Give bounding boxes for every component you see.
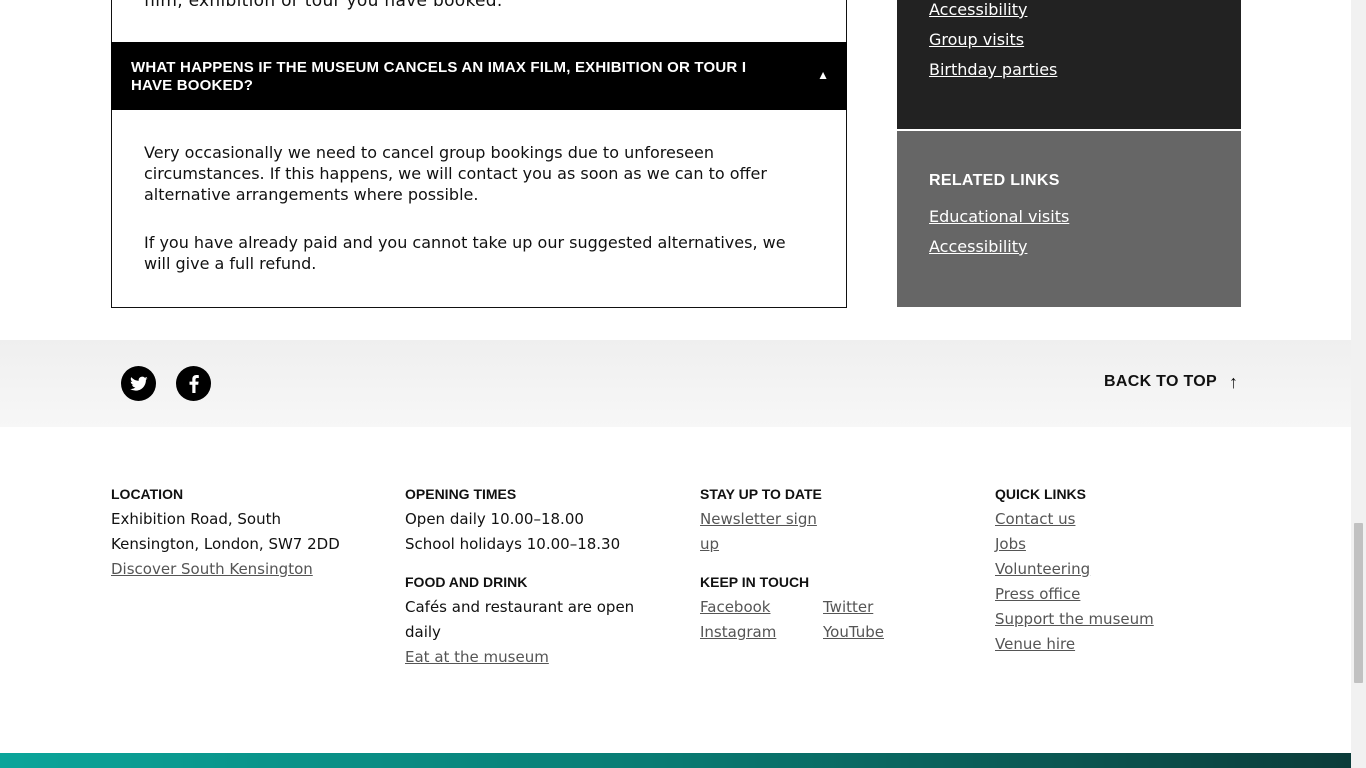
- food-text: daily: [405, 623, 441, 641]
- opening-hours: Open daily 10.00–18.00: [405, 510, 584, 528]
- previous-answer-text: film, exhibition or tour you have booked…: [144, 0, 503, 11]
- footer-heading: LOCATION: [111, 486, 184, 502]
- address-line: Exhibition Road, South: [111, 510, 281, 528]
- school-holiday-hours: School holidays 10.00–18.30: [405, 535, 621, 553]
- footer-heading: OPENING TIMES: [405, 486, 517, 502]
- support-museum-link[interactable]: Support the museum: [995, 607, 1245, 632]
- back-to-top-button[interactable]: BACK TO TOP ↑: [1104, 373, 1238, 391]
- volunteering-link[interactable]: Volunteering: [995, 557, 1245, 582]
- related-links-heading: RELATED LINKS: [929, 172, 1060, 189]
- footer-heading: QUICK LINKS: [995, 486, 1086, 502]
- instagram-link[interactable]: Instagram: [700, 620, 823, 645]
- page-content: film, exhibition or tour you have booked…: [0, 0, 1351, 768]
- youtube-link[interactable]: YouTube: [823, 620, 923, 645]
- discover-south-kensington-link[interactable]: Discover South Kensington: [111, 557, 361, 582]
- related-links-panel: RELATED LINKS Educational visits Accessi…: [897, 131, 1241, 307]
- footer-stay-keep: STAY UP TO DATE Newsletter sign up KEEP I…: [700, 485, 960, 645]
- footer-heading: FOOD AND DRINK: [405, 574, 528, 590]
- jobs-link[interactable]: Jobs: [995, 532, 1245, 557]
- contact-us-link[interactable]: Contact us: [995, 507, 1245, 532]
- footer-bottom-band: [0, 753, 1351, 768]
- scrollbar-thumb[interactable]: [1354, 523, 1363, 683]
- footer-heading: STAY UP TO DATE: [700, 486, 822, 502]
- back-to-top-label: BACK TO TOP: [1104, 373, 1217, 390]
- sidebar-links-panel: Accessibility Group visits Birthday part…: [897, 0, 1241, 129]
- press-office-link[interactable]: Press office: [995, 582, 1245, 607]
- address-line: Kensington, London, SW7 2DD: [111, 535, 340, 553]
- collapse-arrow-icon[interactable]: ▲: [817, 68, 829, 82]
- faq-question-title: WHAT HAPPENS IF THE MUSEUM CANCELS AN IM…: [131, 59, 747, 94]
- page-scrollbar[interactable]: [1351, 0, 1366, 768]
- faq-answer-paragraph: Very occasionally we need to cancel grou…: [144, 143, 767, 204]
- twitter-share-button[interactable]: [121, 366, 156, 401]
- faq-question-header[interactable]: WHAT HAPPENS IF THE MUSEUM CANCELS AN IM…: [111, 42, 847, 110]
- facebook-share-button[interactable]: [176, 366, 211, 401]
- faq-answer-paragraph: If you have already paid and you cannot …: [144, 233, 786, 273]
- venue-hire-link[interactable]: Venue hire: [995, 632, 1245, 657]
- related-link-accessibility[interactable]: Accessibility: [929, 232, 1069, 262]
- arrow-up-icon: ↑: [1228, 372, 1239, 392]
- facebook-icon: [189, 374, 199, 393]
- sidebar-link-birthday-parties[interactable]: Birthday parties: [929, 55, 1057, 85]
- twitter-link[interactable]: Twitter: [823, 595, 923, 620]
- facebook-link[interactable]: Facebook: [700, 595, 823, 620]
- footer-heading: KEEP IN TOUCH: [700, 574, 810, 590]
- share-bar: BACK TO TOP ↑: [0, 340, 1351, 427]
- footer-quick-links: QUICK LINKS Contact us Jobs Volunteering…: [995, 485, 1245, 657]
- sidebar-link-group-visits[interactable]: Group visits: [929, 25, 1057, 55]
- sidebar-link-accessibility[interactable]: Accessibility: [929, 0, 1057, 25]
- newsletter-signup-link[interactable]: Newsletter sign up: [700, 507, 960, 557]
- eat-at-museum-link[interactable]: Eat at the museum: [405, 645, 665, 670]
- food-text: Cafés and restaurant are open: [405, 598, 635, 616]
- footer-location: LOCATION Exhibition Road, South Kensingt…: [111, 485, 361, 582]
- faq-answer: Very occasionally we need to cancel grou…: [144, 142, 804, 301]
- related-link-educational-visits[interactable]: Educational visits: [929, 202, 1069, 232]
- footer-opening-food: OPENING TIMES Open daily 10.00–18.00 Sch…: [405, 485, 665, 670]
- twitter-icon: [129, 376, 148, 391]
